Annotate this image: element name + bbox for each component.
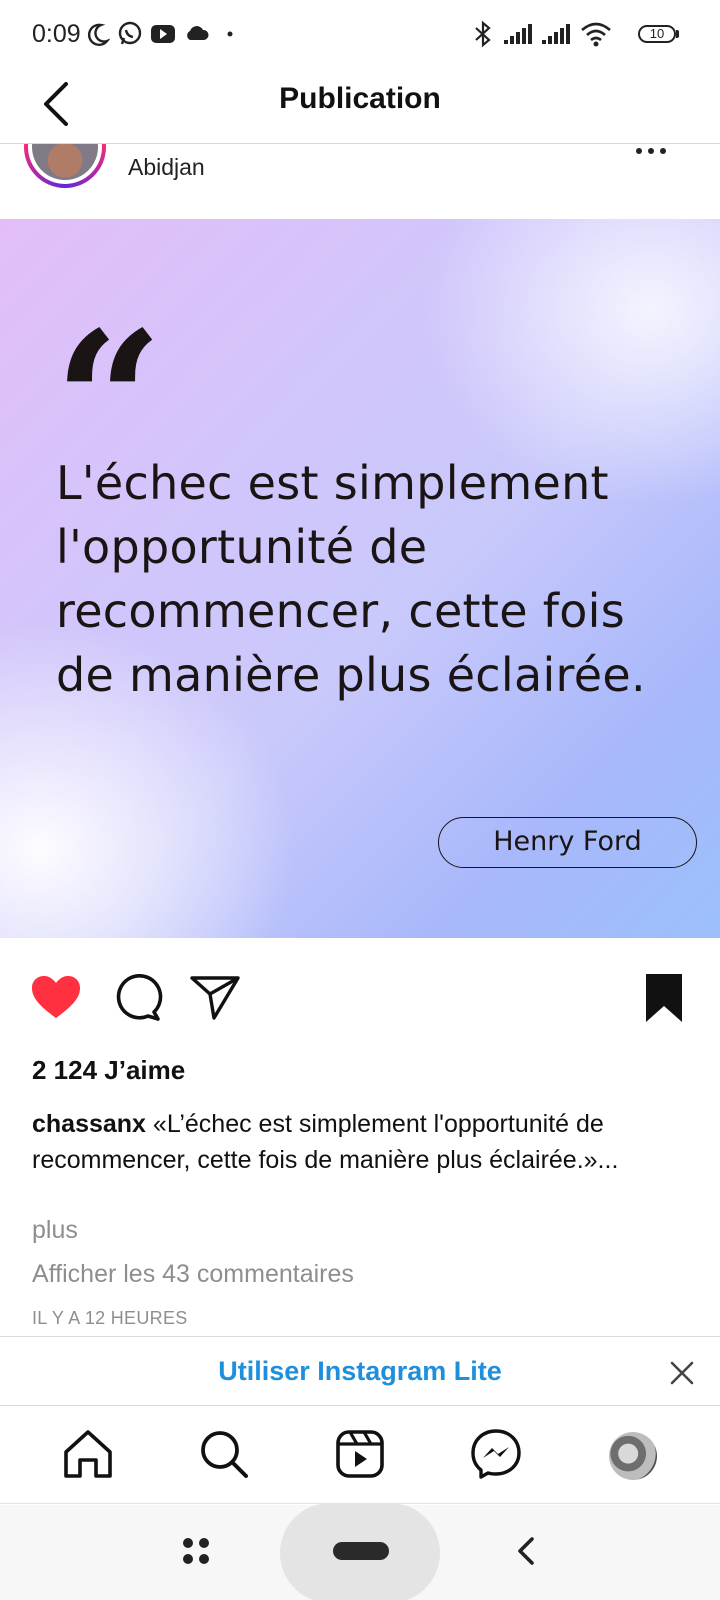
reels-icon[interactable] (332, 1426, 388, 1482)
system-nav (0, 1503, 720, 1600)
home-icon[interactable] (60, 1426, 116, 1482)
quote-author: Henry Ford (438, 817, 697, 868)
likes-count[interactable]: 2 124 J’aime (32, 1055, 185, 1086)
bottom-nav (0, 1406, 720, 1504)
system-back-icon[interactable] (510, 1533, 542, 1569)
post-timestamp: IL Y A 12 HEURES (32, 1308, 188, 1328)
share-button[interactable] (188, 970, 244, 1026)
author-avatar[interactable] (24, 144, 106, 188)
comment-button[interactable] (108, 970, 164, 1026)
cloud-icon (187, 26, 209, 40)
youtube-icon (151, 25, 175, 43)
dot-icon (227, 31, 233, 37)
search-icon[interactable] (196, 1426, 252, 1482)
whatsapp-icon (118, 21, 142, 45)
status-bar: 0:09 10 (0, 0, 720, 70)
caption-more-link[interactable]: plus (32, 1216, 78, 1245)
page-title: Publication (279, 82, 441, 115)
like-button[interactable] (28, 970, 84, 1026)
moon-icon (87, 23, 110, 46)
wifi-icon (581, 22, 611, 47)
recent-apps-icon[interactable] (180, 1535, 212, 1567)
battery-tip (676, 30, 679, 38)
system-home-button[interactable] (333, 1542, 389, 1560)
post-caption: chassanx «L’échec est simplement l'oppor… (32, 1106, 682, 1178)
post-actions (0, 970, 720, 1030)
profile-avatar[interactable] (609, 1432, 657, 1480)
battery-icon: 10 (638, 25, 676, 43)
close-icon[interactable] (668, 1359, 696, 1387)
caption-username[interactable]: chassanx (32, 1110, 146, 1138)
quote-text: L'échec est simplement l'opportunité de … (56, 456, 646, 702)
save-button[interactable] (636, 970, 692, 1026)
messenger-icon[interactable] (468, 1426, 524, 1482)
post-header: Abidjan (0, 144, 720, 219)
post-location[interactable]: Abidjan (128, 154, 205, 181)
more-options-button[interactable] (636, 144, 696, 164)
app-header: Publication (0, 70, 720, 144)
signal-icon (504, 24, 532, 44)
avatar-image (32, 144, 98, 180)
use-instagram-lite-link[interactable]: Utiliser Instagram Lite (0, 1356, 720, 1387)
lite-banner: Utiliser Instagram Lite (0, 1336, 720, 1406)
post-image[interactable]: “ L'échec est simplement l'opportunité d… (0, 219, 720, 938)
avatar-border (28, 144, 102, 184)
signal-icon-2 (542, 24, 570, 44)
status-time: 0:09 (32, 20, 81, 48)
view-comments-link[interactable]: Afficher les 43 commentaires (32, 1260, 354, 1289)
bluetooth-icon (475, 20, 491, 48)
